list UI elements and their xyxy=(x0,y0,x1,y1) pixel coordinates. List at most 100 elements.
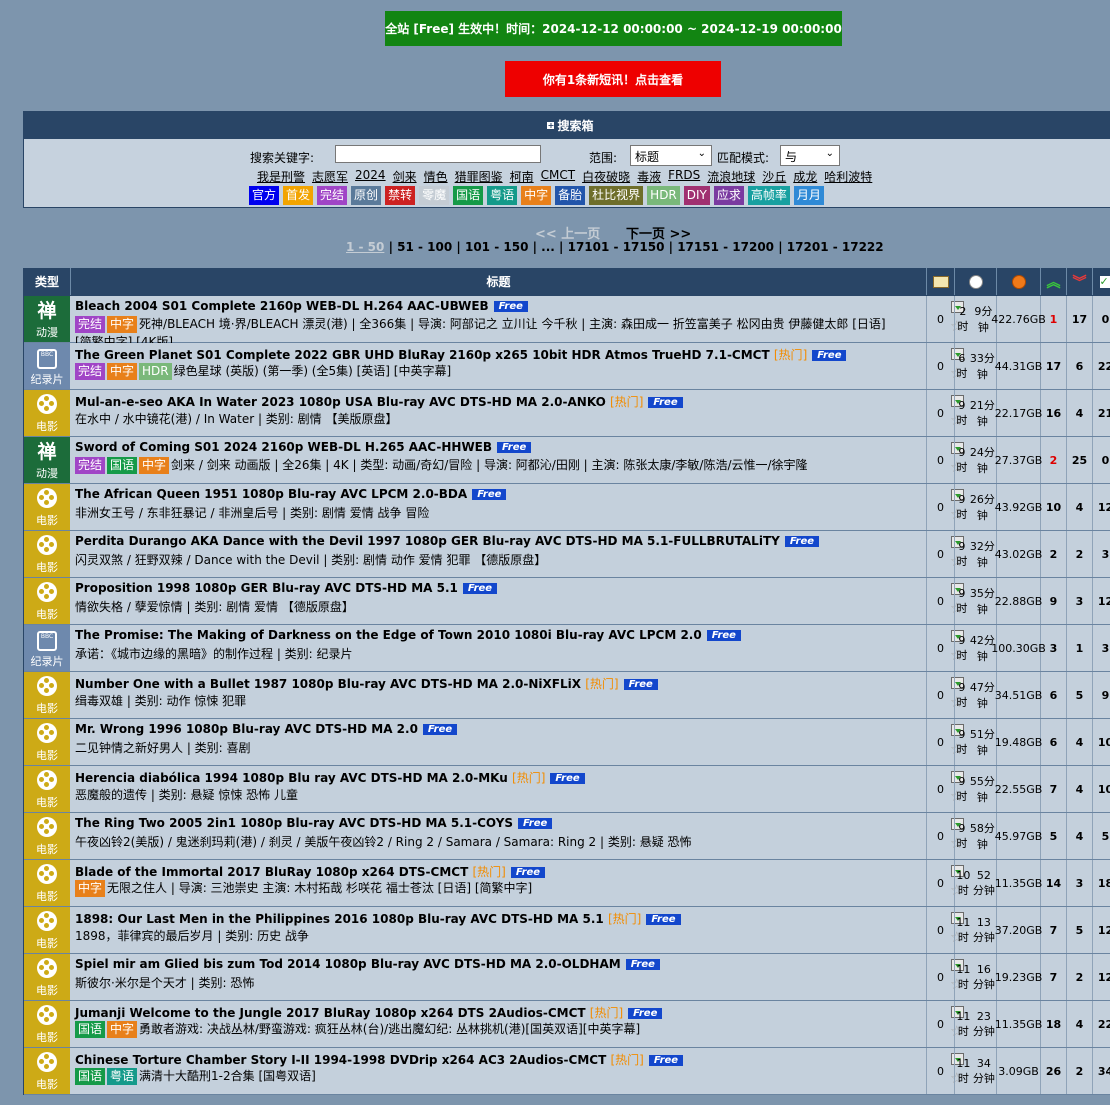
comments-link[interactable]: 0 xyxy=(937,877,944,890)
page-range-link[interactable]: 17101 - 17150 xyxy=(568,240,665,254)
comments-link[interactable]: 0 xyxy=(937,454,944,467)
hot-keyword-link[interactable]: 沙丘 xyxy=(762,168,786,184)
tag-filter-button[interactable]: 零魔 xyxy=(419,186,450,205)
hot-keyword-link[interactable]: 哈利波特 xyxy=(824,168,872,184)
completed-link[interactable]: 21 xyxy=(1098,407,1110,420)
hot-keyword-link[interactable]: 情色 xyxy=(424,168,448,184)
tag-filter-button[interactable]: 原创 xyxy=(351,186,382,205)
new-message-button[interactable]: 你有1条新短讯！点击查看 xyxy=(505,61,721,97)
torrent-name-link[interactable]: Perdita Durango AKA Dance with the Devil… xyxy=(75,534,780,548)
completed-link[interactable]: 22 xyxy=(1098,360,1110,373)
category-badge[interactable]: 电影 xyxy=(24,390,70,436)
seeders-link[interactable]: 7 xyxy=(1050,971,1058,984)
comments-link[interactable]: 0 xyxy=(937,548,944,561)
keyword-input[interactable] xyxy=(335,145,541,163)
hot-keyword-link[interactable]: 流浪地球 xyxy=(707,168,755,184)
torrent-name-link[interactable]: The Promise: The Making of Darkness on t… xyxy=(75,628,702,642)
hot-keyword-link[interactable]: 2024 xyxy=(355,168,386,184)
comments-link[interactable]: 0 xyxy=(937,407,944,420)
hot-keyword-link[interactable]: 志愿军 xyxy=(312,168,348,184)
page-range-link[interactable]: ... xyxy=(541,240,555,254)
leechers-link[interactable]: 4 xyxy=(1076,501,1084,514)
torrent-name-link[interactable]: Chinese Torture Chamber Story I-II 1994-… xyxy=(75,1053,606,1067)
torrent-name-link[interactable]: Bleach 2004 S01 Complete 2160p WEB-DL H.… xyxy=(75,299,489,313)
category-badge[interactable]: 电影 xyxy=(24,578,70,624)
leechers-link[interactable]: 1 xyxy=(1076,642,1084,655)
completed-link[interactable]: 12 xyxy=(1098,924,1110,937)
torrent-name-link[interactable]: Herencia diabólica 1994 1080p Blu ray AV… xyxy=(75,771,508,785)
category-badge[interactable]: 禅动漫 xyxy=(24,296,70,342)
category-badge[interactable]: 电影 xyxy=(24,531,70,577)
tag-filter-button[interactable]: 粤语 xyxy=(487,186,518,205)
hot-keyword-link[interactable]: 柯南 xyxy=(510,168,534,184)
seeders-link[interactable]: 6 xyxy=(1050,736,1058,749)
torrent-name-link[interactable]: Mr. Wrong 1996 1080p Blu-ray AVC DTS-HD … xyxy=(75,722,418,736)
seeders-link[interactable]: 5 xyxy=(1050,830,1058,843)
leechers-link[interactable]: 5 xyxy=(1076,689,1084,702)
category-badge[interactable]: 电影 xyxy=(24,954,70,1000)
torrent-name-link[interactable]: Mul-an-e-seo AKA In Water 2023 1080p USA… xyxy=(75,395,606,409)
leechers-link[interactable]: 17 xyxy=(1072,313,1087,326)
comments-link[interactable]: 0 xyxy=(937,971,944,984)
completed-link[interactable]: 9 xyxy=(1102,689,1110,702)
category-badge[interactable]: BBC 纪录片 xyxy=(24,625,70,671)
category-badge[interactable]: 禅动漫 xyxy=(24,437,70,483)
category-badge[interactable]: 电影 xyxy=(24,860,70,906)
leechers-link[interactable]: 4 xyxy=(1076,830,1084,843)
header-time[interactable] xyxy=(955,268,997,295)
hot-keyword-link[interactable]: FRDS xyxy=(668,168,700,184)
completed-link[interactable]: 12 xyxy=(1098,501,1110,514)
hot-keyword-link[interactable]: 我是刑警 xyxy=(257,168,305,184)
torrent-name-link[interactable]: Blade of the Immortal 2017 BluRay 1080p … xyxy=(75,865,468,879)
completed-link[interactable]: 18 xyxy=(1098,877,1110,890)
tag-filter-button[interactable]: 杜比视界 xyxy=(589,186,644,205)
leechers-link[interactable]: 4 xyxy=(1076,407,1084,420)
torrent-name-link[interactable]: Spiel mir am Glied bis zum Tod 2014 1080… xyxy=(75,957,621,971)
tag-filter-button[interactable]: 高帧率 xyxy=(747,186,790,205)
category-badge[interactable]: BBC 纪录片 xyxy=(24,343,70,389)
page-range-link[interactable]: 101 - 150 xyxy=(465,240,528,254)
leechers-link[interactable]: 2 xyxy=(1076,548,1084,561)
match-select[interactable]: 与 ⌄ xyxy=(780,145,840,166)
seeders-link[interactable]: 18 xyxy=(1046,1018,1061,1031)
completed-link[interactable]: 3 xyxy=(1102,642,1110,655)
comments-link[interactable]: 0 xyxy=(937,689,944,702)
category-badge[interactable]: 电影 xyxy=(24,907,70,953)
leechers-link[interactable]: 25 xyxy=(1072,454,1087,467)
torrent-name-link[interactable]: Jumanji Welcome to the Jungle 2017 BluRa… xyxy=(75,1006,586,1020)
category-badge[interactable]: 电影 xyxy=(24,484,70,530)
completed-link[interactable]: 12 xyxy=(1098,971,1110,984)
tag-filter-button[interactable]: 中字 xyxy=(521,186,552,205)
seeders-link[interactable]: 9 xyxy=(1050,595,1058,608)
seeders-link[interactable]: 10 xyxy=(1046,501,1061,514)
page-range-link[interactable]: 17201 - 17222 xyxy=(787,240,884,254)
leechers-link[interactable]: 5 xyxy=(1076,924,1084,937)
comments-link[interactable]: 0 xyxy=(937,501,944,514)
seeders-link[interactable]: 16 xyxy=(1046,407,1061,420)
header-comments[interactable] xyxy=(927,268,955,295)
seeders-link[interactable]: 14 xyxy=(1046,877,1061,890)
torrent-name-link[interactable]: 1898: Our Last Men in the Philippines 20… xyxy=(75,912,604,926)
leechers-link[interactable]: 2 xyxy=(1076,971,1084,984)
seeders-link[interactable]: 7 xyxy=(1050,924,1058,937)
seeders-link[interactable]: 2 xyxy=(1050,454,1058,467)
seeders-link[interactable]: 7 xyxy=(1050,783,1058,796)
tag-filter-button[interactable]: 应求 xyxy=(713,186,744,205)
torrent-name-link[interactable]: The African Queen 1951 1080p Blu-ray AVC… xyxy=(75,487,467,501)
tag-filter-button[interactable]: DIY xyxy=(683,186,710,205)
category-badge[interactable]: 电影 xyxy=(24,813,70,859)
header-size[interactable] xyxy=(997,268,1041,295)
completed-link[interactable]: 10 xyxy=(1098,736,1110,749)
hot-keyword-link[interactable]: 剑来 xyxy=(393,168,417,184)
header-type[interactable]: 类型 xyxy=(24,268,71,295)
search-box-header[interactable]: + 搜索箱 xyxy=(24,112,1110,139)
completed-link[interactable]: 12 xyxy=(1098,595,1110,608)
torrent-name-link[interactable]: The Ring Two 2005 2in1 1080p Blu-ray AVC… xyxy=(75,816,513,830)
leechers-link[interactable]: 4 xyxy=(1076,736,1084,749)
torrent-name-link[interactable]: The Green Planet S01 Complete 2022 GBR U… xyxy=(75,348,770,362)
completed-link[interactable]: 3 xyxy=(1102,548,1110,561)
hot-keyword-link[interactable]: 毒液 xyxy=(637,168,661,184)
hot-keyword-link[interactable]: CMCT xyxy=(541,168,575,184)
comments-link[interactable]: 0 xyxy=(937,1018,944,1031)
tag-filter-button[interactable]: 完结 xyxy=(317,186,348,205)
